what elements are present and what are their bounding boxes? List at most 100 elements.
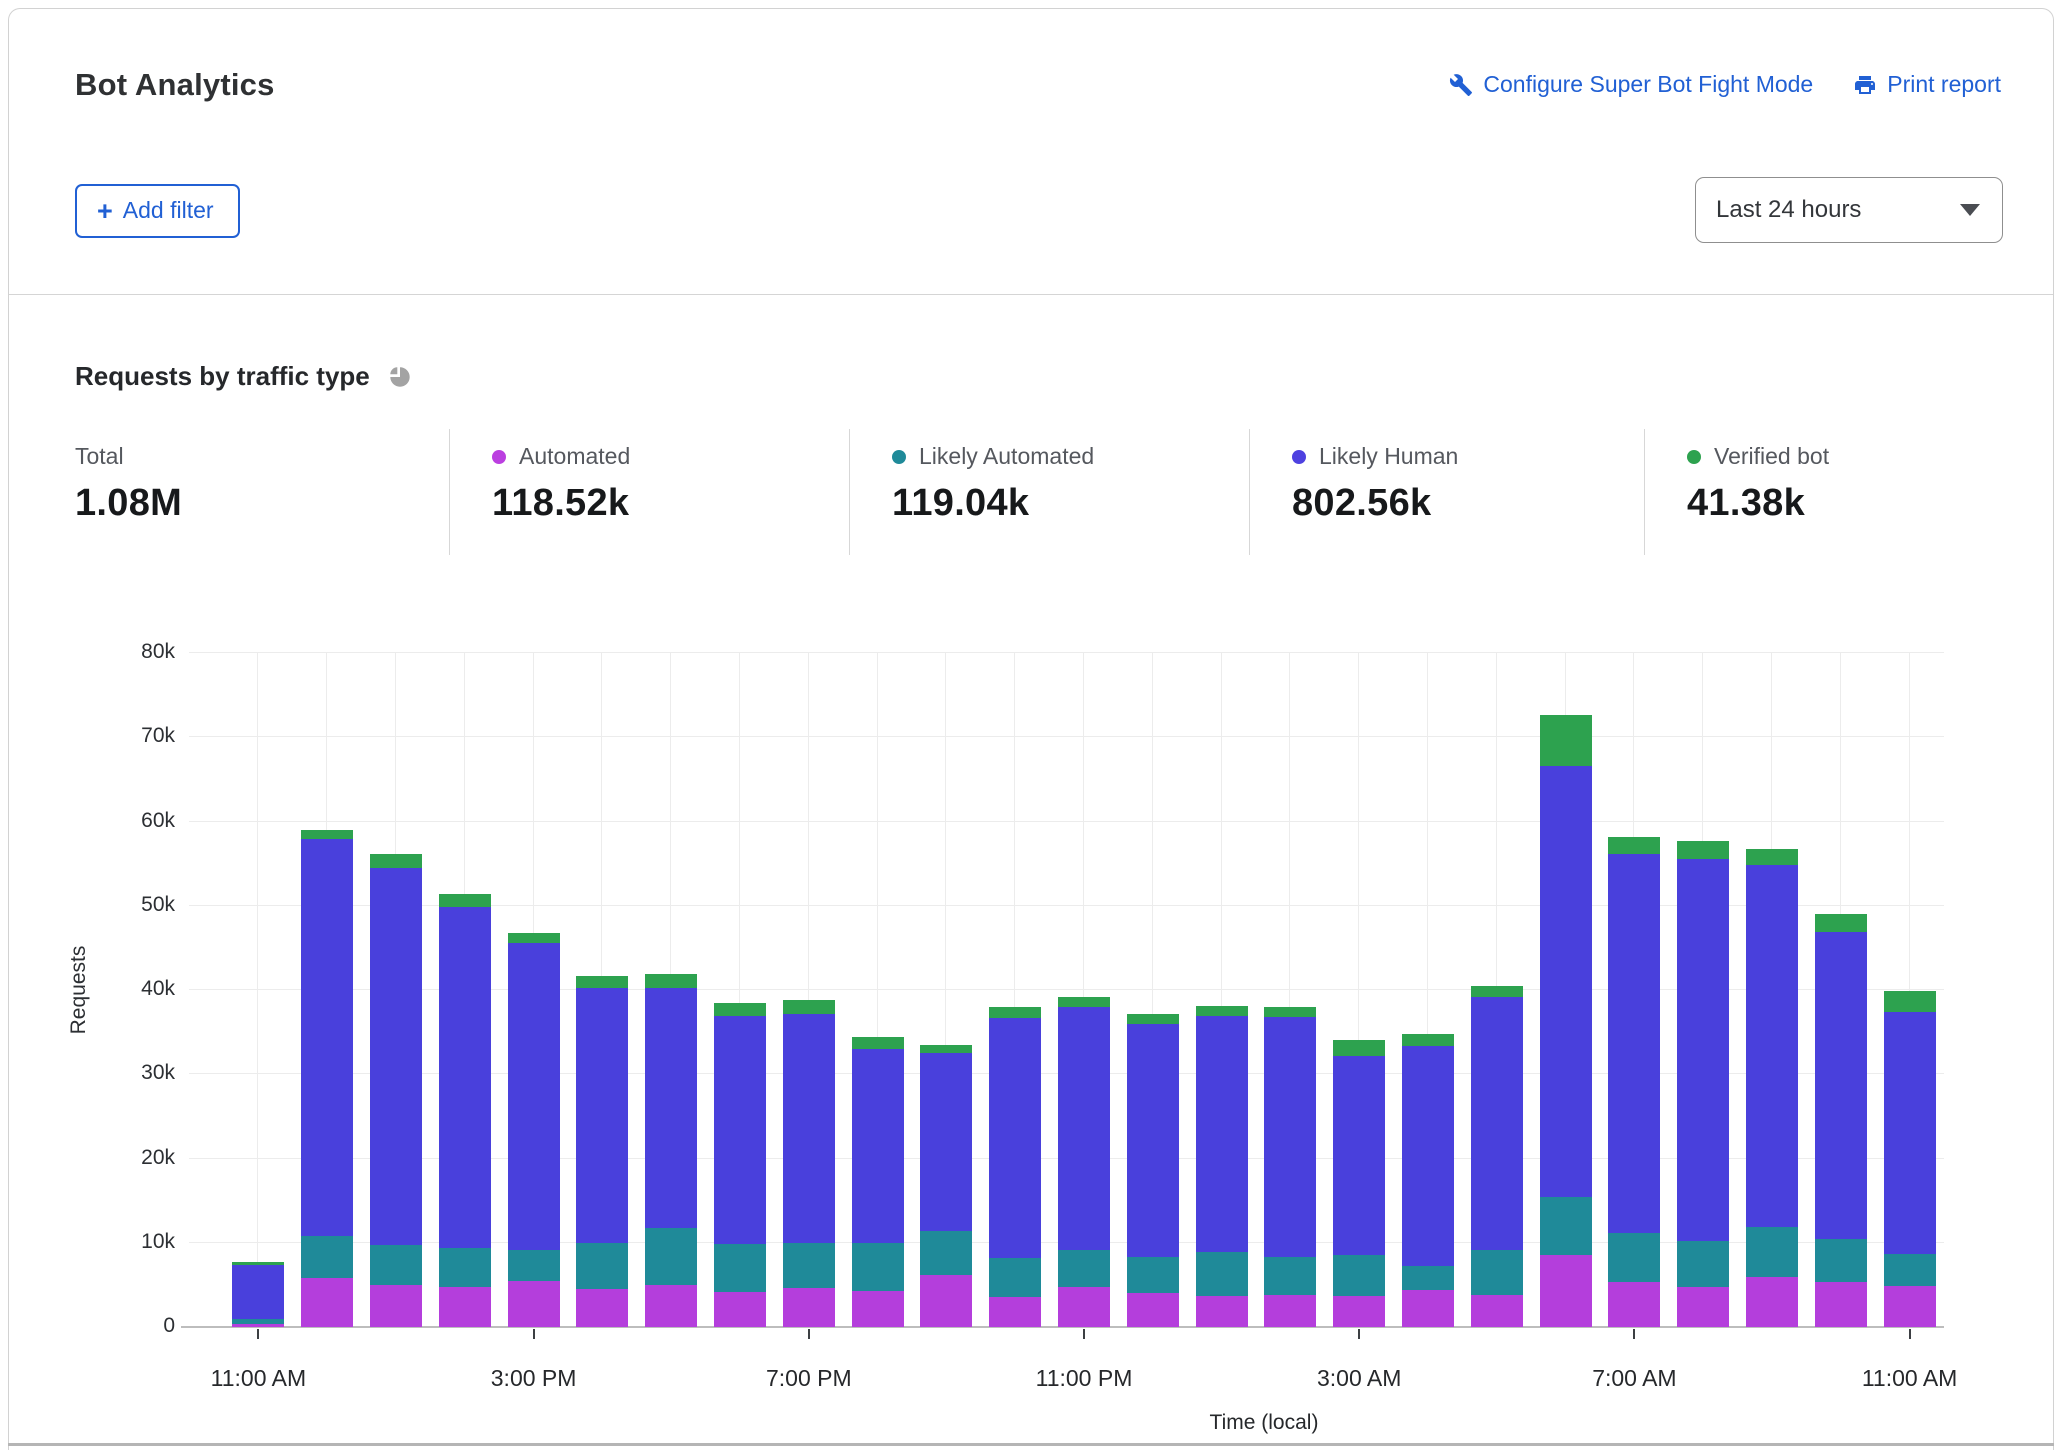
bar-segment-likely-automated[interactable] — [1264, 1257, 1316, 1295]
bar-segment-verified-bot[interactable] — [1815, 914, 1867, 932]
bar-segment-likely-human[interactable] — [1333, 1056, 1385, 1255]
bar-segment-verified-bot[interactable] — [783, 1000, 835, 1014]
bar-segment-verified-bot[interactable] — [576, 976, 628, 989]
bar-segment-automated[interactable] — [439, 1287, 491, 1327]
bar-segment-likely-human[interactable] — [714, 1016, 766, 1244]
bar-segment-automated[interactable] — [508, 1281, 560, 1327]
stacked-bar-hour-14[interactable] — [1196, 1006, 1248, 1327]
bar-segment-likely-automated[interactable] — [1884, 1254, 1936, 1286]
bar-segment-automated[interactable] — [1677, 1287, 1729, 1327]
bar-segment-likely-human[interactable] — [1471, 997, 1523, 1250]
bar-segment-likely-automated[interactable] — [576, 1243, 628, 1289]
bar-segment-likely-human[interactable] — [1746, 865, 1798, 1226]
bar-segment-verified-bot[interactable] — [920, 1045, 972, 1053]
bar-segment-likely-human[interactable] — [1815, 932, 1867, 1240]
bar-segment-verified-bot[interactable] — [1746, 849, 1798, 865]
bar-segment-automated[interactable] — [1402, 1290, 1454, 1327]
stacked-bar-hour-13[interactable] — [1127, 1014, 1179, 1327]
stacked-bar-hour-24[interactable] — [1884, 991, 1936, 1327]
bar-segment-likely-automated[interactable] — [1815, 1239, 1867, 1282]
bar-segment-verified-bot[interactable] — [1884, 991, 1936, 1012]
bar-segment-likely-automated[interactable] — [439, 1248, 491, 1288]
bar-segment-likely-human[interactable] — [370, 868, 422, 1245]
bar-segment-verified-bot[interactable] — [1677, 841, 1729, 860]
bar-segment-likely-automated[interactable] — [989, 1258, 1041, 1297]
bar-segment-automated[interactable] — [1196, 1296, 1248, 1327]
bar-segment-verified-bot[interactable] — [1608, 837, 1660, 854]
stacked-bar-hour-22[interactable] — [1746, 849, 1798, 1327]
bar-segment-likely-automated[interactable] — [1540, 1197, 1592, 1254]
print-report-link[interactable]: Print report — [1853, 71, 2001, 98]
bar-segment-likely-human[interactable] — [1058, 1007, 1110, 1250]
bar-segment-automated[interactable] — [852, 1291, 904, 1327]
stacked-bar-hour-16[interactable] — [1333, 1040, 1385, 1327]
bar-segment-verified-bot[interactable] — [645, 974, 697, 988]
stacked-bar-hour-0[interactable] — [232, 1262, 284, 1327]
stacked-bar-hour-4[interactable] — [508, 933, 560, 1327]
bar-segment-likely-automated[interactable] — [1608, 1233, 1660, 1282]
stacked-bar-hour-18[interactable] — [1471, 986, 1523, 1327]
bar-segment-automated[interactable] — [1608, 1282, 1660, 1328]
bar-segment-likely-human[interactable] — [645, 988, 697, 1227]
bar-segment-verified-bot[interactable] — [1264, 1007, 1316, 1017]
stacked-bar-hour-12[interactable] — [1058, 997, 1110, 1327]
stacked-bar-hour-17[interactable] — [1402, 1034, 1454, 1327]
bar-segment-likely-human[interactable] — [1608, 854, 1660, 1232]
bar-segment-likely-human[interactable] — [1677, 859, 1729, 1241]
bar-segment-automated[interactable] — [1333, 1296, 1385, 1327]
bar-segment-verified-bot[interactable] — [1471, 986, 1523, 997]
bar-segment-likely-human[interactable] — [576, 988, 628, 1242]
bar-segment-likely-human[interactable] — [920, 1053, 972, 1231]
bar-segment-likely-automated[interactable] — [920, 1231, 972, 1275]
bar-segment-likely-human[interactable] — [852, 1049, 904, 1243]
bar-segment-automated[interactable] — [1264, 1295, 1316, 1327]
bar-segment-likely-automated[interactable] — [783, 1243, 835, 1289]
bar-segment-automated[interactable] — [1058, 1287, 1110, 1327]
time-range-select[interactable]: Last 24 hours — [1695, 177, 2003, 243]
bar-segment-verified-bot[interactable] — [508, 933, 560, 943]
bar-segment-likely-automated[interactable] — [508, 1250, 560, 1280]
add-filter-button[interactable]: + Add filter — [75, 184, 240, 238]
bar-segment-likely-automated[interactable] — [1677, 1241, 1729, 1287]
stacked-bar-hour-3[interactable] — [439, 894, 491, 1327]
bar-segment-verified-bot[interactable] — [1127, 1014, 1179, 1024]
stacked-bar-hour-20[interactable] — [1608, 837, 1660, 1327]
stacked-bar-hour-6[interactable] — [645, 974, 697, 1327]
bar-segment-automated[interactable] — [1540, 1255, 1592, 1328]
bar-segment-likely-human[interactable] — [1402, 1046, 1454, 1267]
bar-segment-automated[interactable] — [1815, 1282, 1867, 1327]
bar-segment-likely-human[interactable] — [989, 1018, 1041, 1258]
bar-segment-likely-automated[interactable] — [852, 1243, 904, 1291]
bar-segment-verified-bot[interactable] — [714, 1003, 766, 1017]
bar-segment-verified-bot[interactable] — [1540, 715, 1592, 766]
bar-segment-likely-automated[interactable] — [1196, 1252, 1248, 1296]
bar-segment-verified-bot[interactable] — [439, 894, 491, 908]
bar-segment-likely-automated[interactable] — [1402, 1266, 1454, 1290]
bar-segment-likely-automated[interactable] — [301, 1236, 353, 1278]
bar-segment-automated[interactable] — [370, 1285, 422, 1327]
bar-segment-automated[interactable] — [576, 1289, 628, 1327]
stacked-bar-hour-10[interactable] — [920, 1045, 972, 1327]
bar-segment-likely-human[interactable] — [1127, 1024, 1179, 1257]
stacked-bar-hour-5[interactable] — [576, 976, 628, 1327]
bar-segment-verified-bot[interactable] — [370, 854, 422, 868]
bar-segment-likely-automated[interactable] — [1058, 1250, 1110, 1287]
bar-segment-verified-bot[interactable] — [301, 830, 353, 839]
stacked-bar-hour-9[interactable] — [852, 1037, 904, 1327]
bar-segment-automated[interactable] — [783, 1288, 835, 1327]
stacked-bar-hour-19[interactable] — [1540, 715, 1592, 1327]
stacked-bar-hour-8[interactable] — [783, 1000, 835, 1327]
configure-super-bot-fight-mode-link[interactable]: Configure Super Bot Fight Mode — [1449, 71, 1813, 98]
bar-segment-automated[interactable] — [714, 1292, 766, 1327]
bar-segment-automated[interactable] — [1884, 1286, 1936, 1327]
bar-segment-verified-bot[interactable] — [1402, 1034, 1454, 1046]
bar-segment-automated[interactable] — [301, 1278, 353, 1327]
stacked-bar-hour-1[interactable] — [301, 830, 353, 1327]
bar-segment-automated[interactable] — [1127, 1293, 1179, 1328]
bar-segment-verified-bot[interactable] — [852, 1037, 904, 1049]
bar-segment-verified-bot[interactable] — [1196, 1006, 1248, 1016]
bar-segment-automated[interactable] — [989, 1297, 1041, 1327]
bar-segment-likely-automated[interactable] — [1746, 1227, 1798, 1278]
stacked-bar-hour-21[interactable] — [1677, 841, 1729, 1327]
bar-segment-verified-bot[interactable] — [1333, 1040, 1385, 1056]
